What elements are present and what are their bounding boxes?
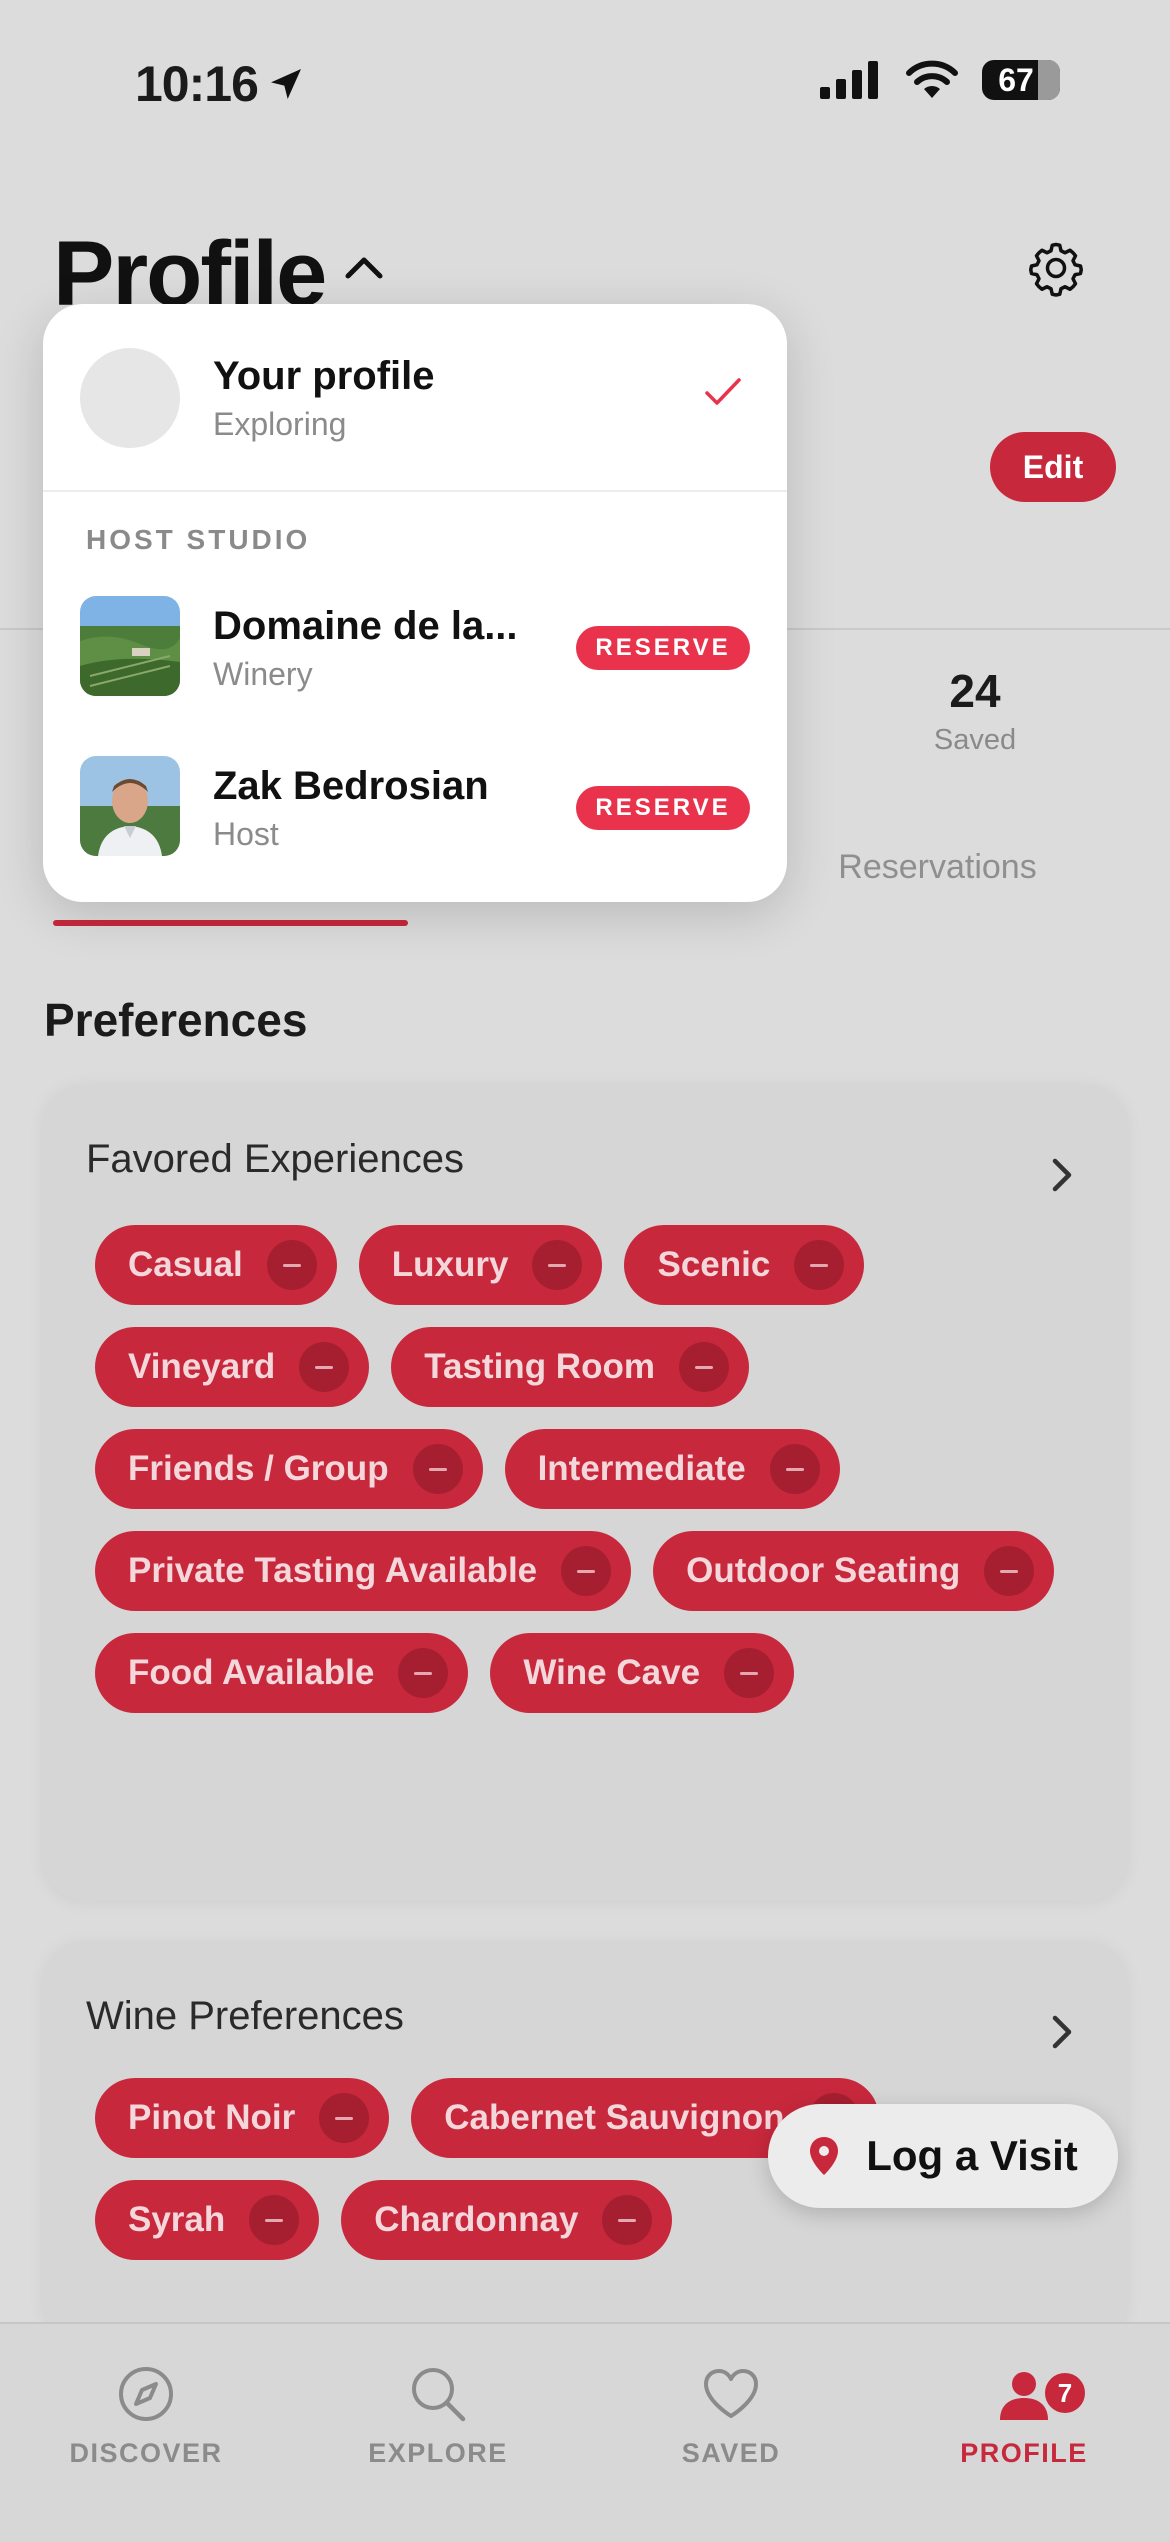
- tab-explore[interactable]: EXPLORE: [338, 2364, 538, 2469]
- host-studio-label: HOST STUDIO: [86, 524, 311, 555]
- profile-switcher-menu: Your profile Exploring HOST STUDIO Domai…: [43, 304, 787, 902]
- preferences-heading: Preferences: [44, 994, 308, 1046]
- location-arrow-icon: [270, 69, 301, 99]
- heart-icon: [704, 2369, 758, 2418]
- studio-name[interactable]: Domaine de la...: [213, 604, 518, 649]
- chip[interactable]: Private Tasting Available: [95, 1531, 632, 1611]
- reserve-button[interactable]: RESERVE: [576, 626, 750, 670]
- saved-label[interactable]: Saved: [900, 724, 1050, 757]
- remove-icon[interactable]: [561, 1546, 612, 1596]
- favored-experiences-title: Favored Experiences: [86, 1137, 464, 1181]
- wifi-icon: [906, 60, 958, 98]
- chevron-right-icon[interactable]: [1047, 1155, 1077, 1195]
- chip-label: Private Tasting Available: [128, 1551, 538, 1590]
- tab-saved[interactable]: SAVED: [631, 2364, 831, 2469]
- chip[interactable]: Scenic: [624, 1225, 865, 1305]
- avatar[interactable]: [80, 348, 180, 448]
- remove-icon[interactable]: [266, 1240, 317, 1290]
- tab-label: DISCOVER: [69, 2438, 223, 2468]
- chip[interactable]: Tasting Room: [391, 1327, 749, 1407]
- chip[interactable]: Food Available: [95, 1633, 469, 1713]
- compass-icon: [119, 2367, 173, 2421]
- chip-label: Cabernet Sauvignon: [444, 2098, 785, 2137]
- chip[interactable]: Outdoor Seating: [653, 1531, 1055, 1611]
- chip-label: Chardonnay: [374, 2200, 579, 2239]
- host-thumbnail[interactable]: [80, 756, 180, 856]
- status-indicators: 67: [820, 60, 1060, 100]
- cellular-signal-icon: [820, 61, 878, 99]
- remove-icon[interactable]: [412, 1444, 463, 1494]
- chip[interactable]: Chardonnay: [341, 2180, 673, 2260]
- notification-badge: 7: [1042, 2370, 1088, 2416]
- tab-label: EXPLORE: [368, 2438, 508, 2468]
- saved-count[interactable]: 24: [900, 664, 1050, 718]
- chip-label: Casual: [128, 1245, 243, 1284]
- tab-label: PROFILE: [960, 2438, 1088, 2468]
- battery-indicator: 67: [982, 60, 1060, 100]
- remove-icon[interactable]: [532, 1240, 583, 1290]
- tab-profile[interactable]: 7 PROFILE: [924, 2364, 1124, 2469]
- chip-label: Vineyard: [128, 1347, 276, 1386]
- checkmark-icon: [705, 378, 741, 405]
- studio-type: Host: [213, 816, 279, 852]
- remove-icon[interactable]: [769, 1444, 820, 1494]
- chip[interactable]: Syrah: [95, 2180, 320, 2260]
- favored-chips: Casual Luxury Scenic Vineyard Tasting Ro…: [95, 1225, 1097, 1713]
- remove-icon[interactable]: [398, 1648, 449, 1698]
- log-visit-button[interactable]: Log a Visit: [768, 2104, 1118, 2208]
- remove-icon[interactable]: [678, 1342, 729, 1392]
- remove-icon[interactable]: [319, 2093, 370, 2143]
- search-icon: [412, 2368, 466, 2422]
- chip-label: Outdoor Seating: [686, 1551, 961, 1590]
- chip-label: Pinot Noir: [128, 2098, 296, 2137]
- menu-divider: [43, 490, 787, 492]
- active-tab-indicator: [53, 920, 408, 926]
- chip[interactable]: Intermediate: [504, 1429, 840, 1509]
- chip-label: Syrah: [128, 2200, 226, 2239]
- gear-icon[interactable]: [1026, 238, 1086, 298]
- remove-icon[interactable]: [724, 1648, 775, 1698]
- chip-label: Wine Cave: [523, 1653, 701, 1692]
- chip[interactable]: Vineyard: [95, 1327, 370, 1407]
- chip-label: Friends / Group: [128, 1449, 389, 1488]
- chip-label: Luxury: [391, 1245, 509, 1284]
- tab-label: SAVED: [681, 2438, 781, 2468]
- wine-preferences-title: Wine Preferences: [86, 1994, 404, 2038]
- chip-label: Food Available: [128, 1653, 375, 1692]
- map-pin-icon: [810, 2137, 839, 2175]
- chip[interactable]: Casual: [95, 1225, 337, 1305]
- chip-label: Scenic: [657, 1245, 771, 1284]
- favored-experiences-card[interactable]: Favored Experiences Casual Luxury Scenic…: [43, 1085, 1127, 1900]
- chip[interactable]: Friends / Group: [95, 1429, 483, 1509]
- chevron-up-icon[interactable]: [342, 252, 386, 282]
- tab-reservations[interactable]: Reservations: [800, 848, 1075, 887]
- tab-discover[interactable]: DISCOVER: [46, 2364, 246, 2469]
- log-visit-label: Log a Visit: [866, 2132, 1078, 2179]
- chip[interactable]: Luxury: [358, 1225, 603, 1305]
- current-profile-name[interactable]: Your profile: [213, 354, 434, 399]
- chip[interactable]: Wine Cave: [490, 1633, 795, 1713]
- chip-label: Intermediate: [537, 1449, 746, 1488]
- current-profile-subtitle: Exploring: [213, 406, 347, 442]
- bottom-tab-bar: DISCOVER EXPLORE SAVED 7 PROFILE: [0, 2322, 1170, 2542]
- reserve-button[interactable]: RESERVE: [576, 786, 750, 830]
- studio-name[interactable]: Zak Bedrosian: [213, 764, 489, 809]
- remove-icon[interactable]: [794, 1240, 845, 1290]
- status-time: 10:16: [135, 55, 306, 113]
- winery-thumbnail[interactable]: [80, 596, 180, 696]
- remove-icon[interactable]: [984, 1546, 1035, 1596]
- remove-icon[interactable]: [249, 2195, 300, 2245]
- chevron-right-icon[interactable]: [1047, 2012, 1077, 2052]
- edit-profile-button[interactable]: Edit: [990, 432, 1116, 502]
- chip[interactable]: Pinot Noir: [95, 2078, 390, 2158]
- chip-label: Tasting Room: [424, 1347, 655, 1386]
- remove-icon[interactable]: [299, 1342, 350, 1392]
- remove-icon[interactable]: [602, 2195, 653, 2245]
- studio-type: Winery: [213, 656, 313, 692]
